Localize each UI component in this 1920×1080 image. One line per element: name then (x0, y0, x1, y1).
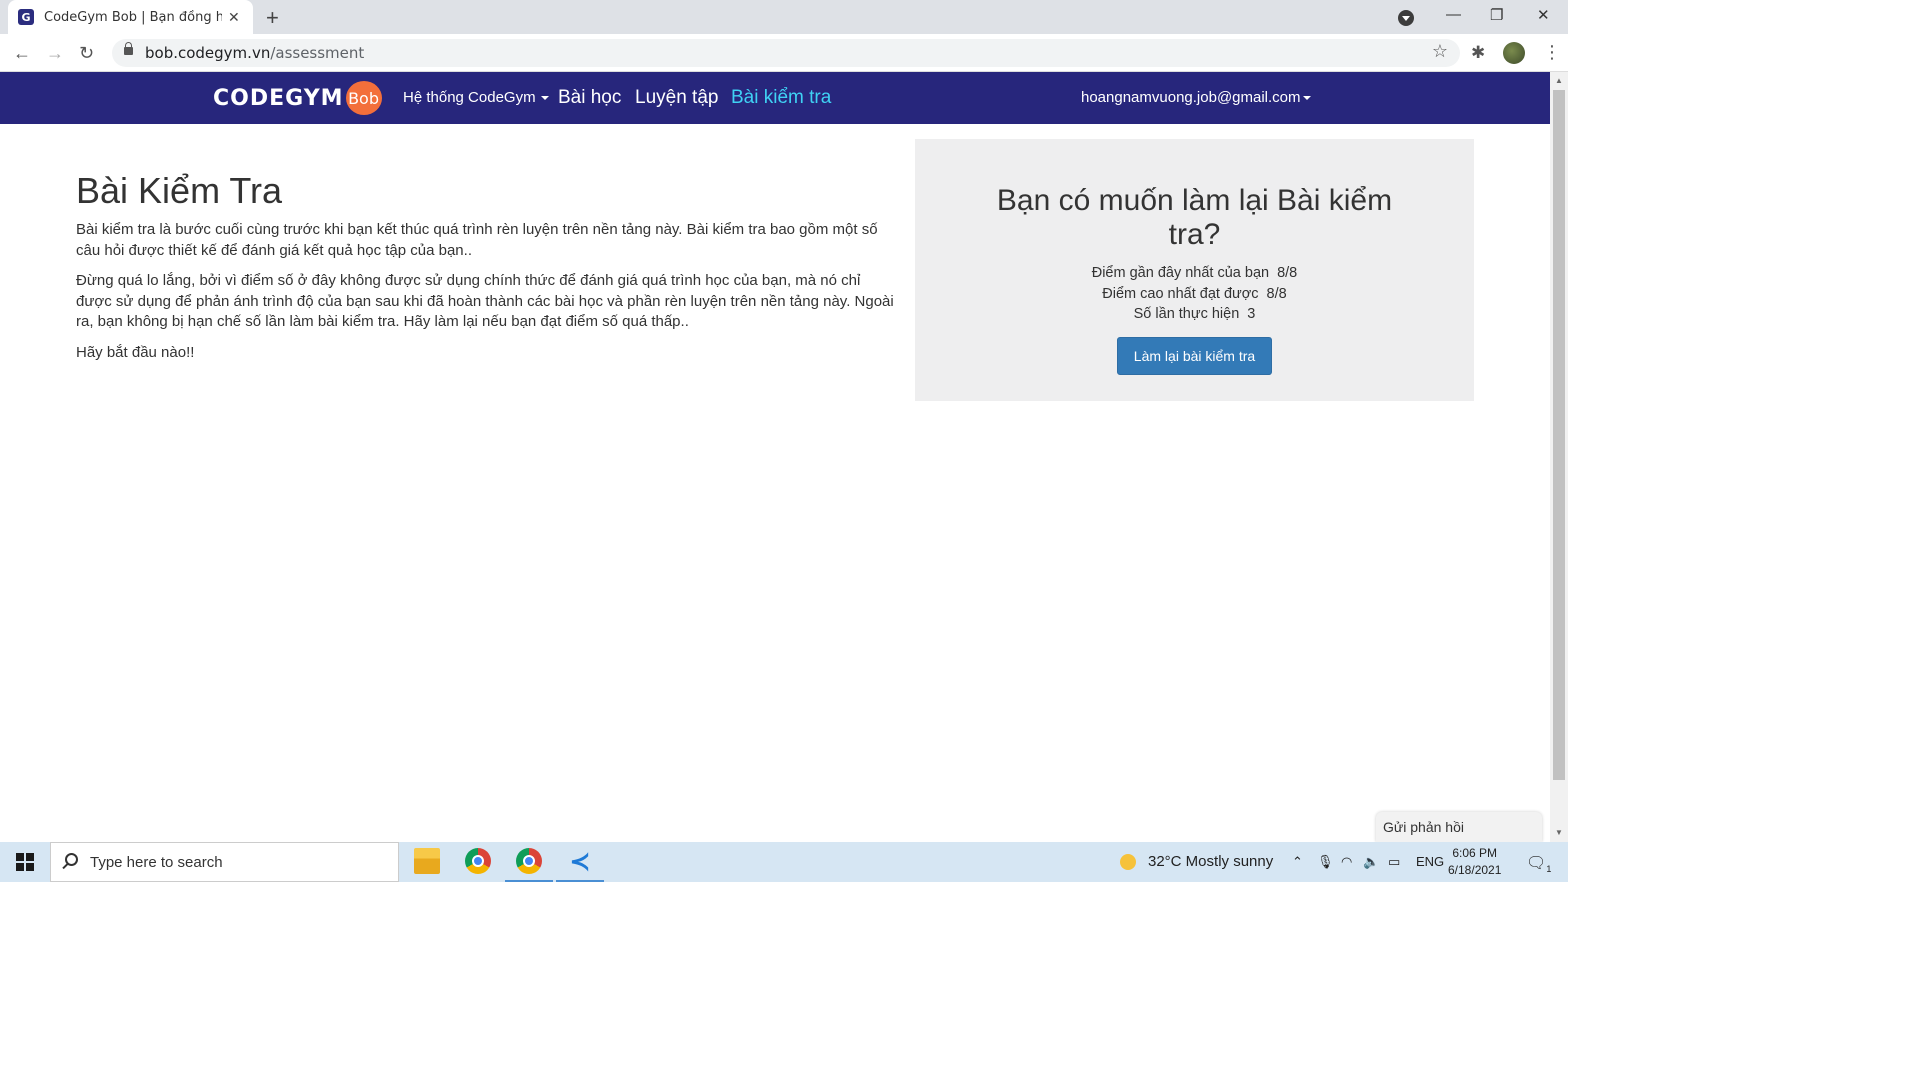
taskbar-clock[interactable]: 6:06 PM 6/18/2021 (1448, 845, 1501, 879)
profile-avatar[interactable] (1503, 42, 1525, 64)
close-window-button[interactable]: ✕ (1537, 6, 1550, 24)
attempts-line: Số lần thực hiện 3 (1133, 306, 1256, 322)
retry-panel: Bạn có muốn làm lại Bài kiểm tra? Điểm g… (915, 139, 1474, 401)
best-score-line: Điểm cao nhất đạt được 8/8 (1102, 285, 1287, 302)
nav-codegym-system-dropdown[interactable]: Hệ thống CodeGym (403, 89, 549, 106)
tab-search-icon[interactable] (1398, 10, 1414, 26)
weather-widget[interactable]: 32°C Mostly sunny (1120, 853, 1273, 870)
volume-icon[interactable]: 🔈 (1363, 854, 1379, 870)
chrome-icon[interactable] (465, 848, 491, 874)
retry-test-button[interactable]: Làm lại bài kiểm tra (1116, 336, 1273, 375)
scroll-down-arrow-icon[interactable]: ▼ (1555, 828, 1563, 837)
file-explorer-icon[interactable] (414, 848, 440, 874)
notification-center-icon[interactable]: 🗨1 (1526, 853, 1551, 874)
assessment-intro: Bài Kiểm Tra Bài kiểm tra là bước cuối c… (76, 170, 896, 373)
browser-tabbar: G CodeGym Bob | Bạn đồng hành c ✕ + — ❐ … (0, 0, 1568, 34)
browser-toolbar: ← → ↻ bob.codegym.vn/assessment ☆ ✱ ⋮ (0, 34, 1568, 72)
reload-icon[interactable]: ↻ (79, 43, 94, 64)
bookmark-star-icon[interactable]: ☆ (1432, 41, 1448, 62)
scroll-up-arrow-icon[interactable]: ▲ (1555, 76, 1563, 85)
site-navbar: CODEGYM Bob Hệ thống CodeGym Bài học Luy… (0, 72, 1550, 124)
url-text: bob.codegym.vn/assessment (145, 44, 365, 62)
vscode-icon[interactable]: ≺ (556, 848, 604, 882)
nav-practice[interactable]: Luyện tập (635, 87, 718, 109)
user-account-dropdown[interactable]: hoangnamvuong.job@gmail.com (1081, 89, 1311, 106)
sun-icon (1120, 853, 1136, 870)
intro-paragraph-2: Đừng quá lo lắng, bởi vì điểm số ở đây k… (76, 272, 894, 330)
address-bar[interactable]: bob.codegym.vn/assessment ☆ (112, 39, 1460, 67)
forward-arrow-icon[interactable]: → (46, 43, 64, 64)
intro-paragraph-3: Hãy bắt đầu nào!! (76, 343, 195, 361)
close-tab-icon[interactable]: ✕ (228, 9, 240, 26)
microphone-icon[interactable]: 🎙 (1317, 854, 1334, 870)
tab-title: CodeGym Bob | Bạn đồng hành c (44, 9, 222, 25)
codegym-favicon-icon: G (18, 9, 34, 25)
wifi-icon[interactable]: ◠ (1341, 854, 1352, 870)
restore-button[interactable]: ❐ (1490, 6, 1503, 24)
lock-icon (124, 42, 133, 55)
recent-score-line: Điểm gần đây nhất của bạn 8/8 (1091, 265, 1298, 281)
scroll-thumb[interactable] (1553, 90, 1565, 780)
show-hidden-icons-chevron-icon[interactable]: ⌃ (1292, 854, 1303, 870)
chrome-active-icon[interactable] (505, 848, 553, 882)
browser-tab[interactable]: G CodeGym Bob | Bạn đồng hành c ✕ (8, 0, 253, 34)
feedback-button[interactable]: Gửi phản hồi (1376, 812, 1542, 842)
retry-question: Bạn có muốn làm lại Bài kiểm tra? (996, 184, 1393, 251)
windows-taskbar: Type here to search ≺ 32°C Mostly sunny … (0, 842, 1568, 882)
battery-icon[interactable]: ▭ (1388, 854, 1400, 870)
browser-menu-icon[interactable]: ⋮ (1543, 42, 1561, 63)
back-arrow-icon[interactable]: ← (13, 43, 31, 64)
windows-start-icon[interactable] (16, 853, 34, 871)
extensions-puzzle-icon[interactable]: ✱ (1471, 43, 1485, 63)
taskbar-search-box[interactable]: Type here to search (50, 842, 399, 882)
codegym-bob-logo[interactable]: CODEGYM Bob (213, 81, 382, 115)
intro-paragraph-1: Bài kiểm tra là bước cuối cùng trước khi… (76, 221, 878, 259)
page-scrollbar[interactable]: ▲ ▼ (1550, 72, 1568, 842)
new-tab-button[interactable]: + (266, 5, 279, 31)
score-stats: Điểm gần đây nhất của bạn 8/8 Điểm cao nh… (915, 263, 1474, 325)
page-title: Bài Kiểm Tra (76, 170, 283, 211)
nav-test-active[interactable]: Bài kiểm tra (731, 87, 831, 109)
nav-lessons[interactable]: Bài học (558, 87, 621, 109)
language-indicator[interactable]: ENG (1416, 854, 1444, 869)
minimize-button[interactable]: — (1446, 6, 1461, 23)
search-icon (65, 853, 78, 866)
